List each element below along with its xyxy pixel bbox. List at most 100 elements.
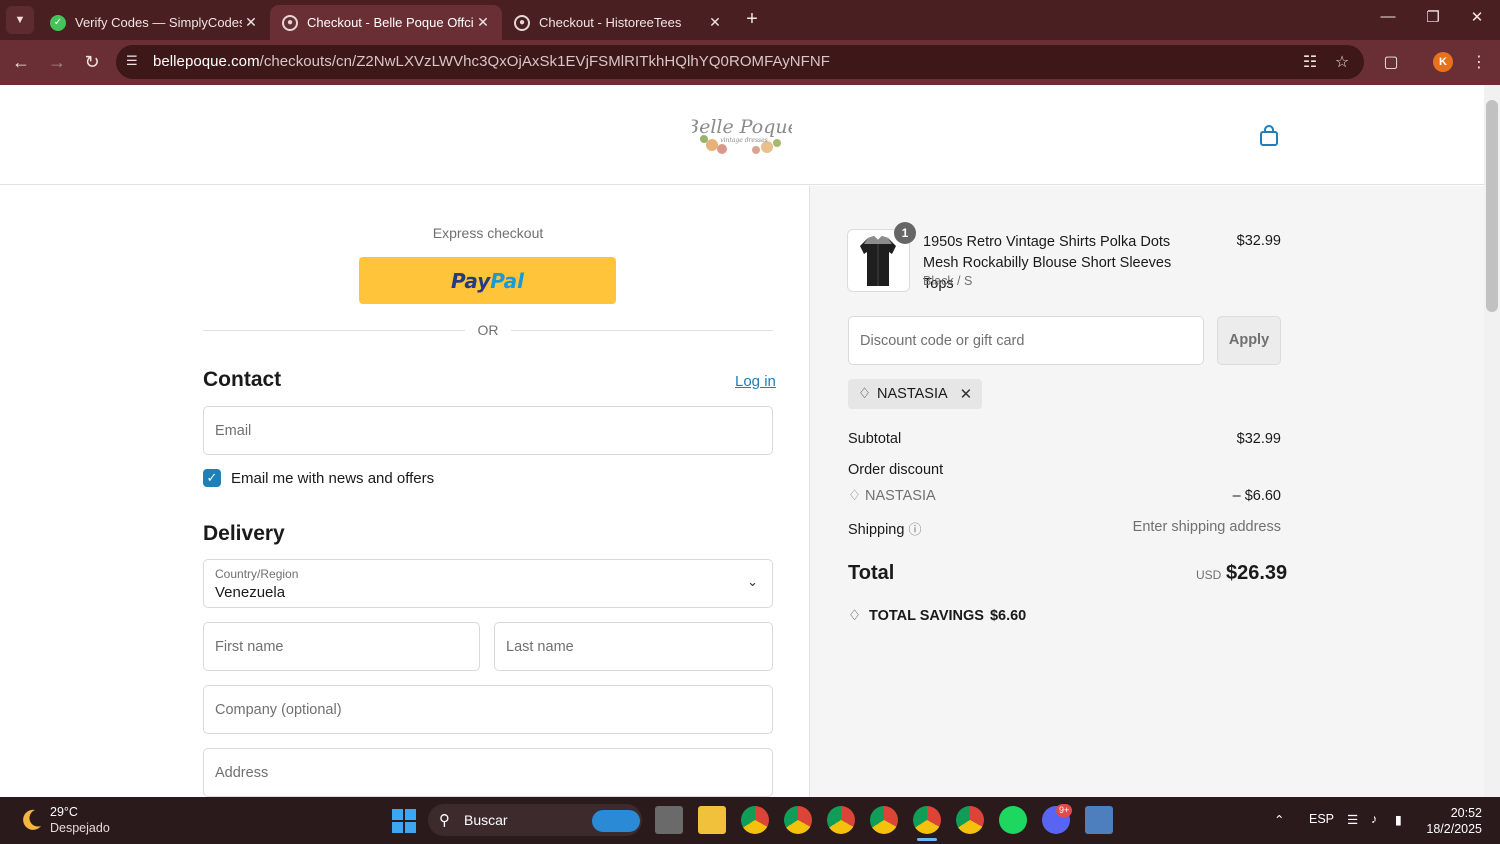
close-window-button[interactable]: ✕ <box>1462 8 1492 26</box>
url-text[interactable]: bellepoque.com/checkouts/cn/Z2NwLXVzLWVh… <box>153 53 830 70</box>
tab-simplycodes[interactable]: ✓ Verify Codes — SimplyCodes ✕ <box>38 5 270 40</box>
or-divider-label: OR <box>477 322 499 338</box>
country-label: Country/Region <box>215 567 299 581</box>
savings-value: $6.60 <box>989 608 1027 624</box>
url-host: bellepoque.com <box>153 53 260 70</box>
belle-poque-logo[interactable]: Belle Poque vintage dresses <box>692 109 792 159</box>
chrome-icon[interactable] <box>827 806 855 834</box>
active-app-indicator <box>917 838 937 841</box>
discount-code-label: NASTASIA <box>865 488 936 504</box>
minimize-button[interactable]: — <box>1373 8 1403 25</box>
shipping-value: Enter shipping address <box>1132 519 1281 535</box>
newsletter-checkbox[interactable]: ✓ <box>203 469 221 487</box>
clock-time: 20:52 <box>1450 806 1482 820</box>
company-field[interactable] <box>203 685 773 734</box>
remove-discount-icon[interactable]: ✕ <box>960 385 973 403</box>
back-button[interactable]: ← <box>8 50 34 76</box>
shopping-bag-icon[interactable] <box>1258 125 1280 147</box>
scrollbar-thumb[interactable] <box>1486 100 1498 312</box>
chrome-icon-active[interactable] <box>913 806 941 834</box>
volume-icon[interactable]: ♪ <box>1371 812 1377 826</box>
shipping-row: Shipping ⓘ Enter shipping address <box>848 519 1281 538</box>
calculator-icon[interactable] <box>1085 806 1113 834</box>
extensions-icon[interactable]: ▢ <box>1380 52 1402 72</box>
translate-icon[interactable]: ☷ <box>1299 52 1321 72</box>
discount-code-input[interactable] <box>849 317 1203 364</box>
subtotal-label: Subtotal <box>848 431 902 447</box>
help-circle-icon[interactable]: ⓘ <box>908 522 921 537</box>
store-header: Belle Poque vintage dresses <box>0 85 1484 185</box>
paypal-button[interactable]: Pay Pal <box>359 257 616 304</box>
tag-icon: ♢ <box>858 386 871 402</box>
search-highlight-icon[interactable] <box>592 810 640 832</box>
shipping-label: Shipping <box>848 522 905 538</box>
last-name-field[interactable] <box>494 622 773 671</box>
contact-heading: Contact <box>203 368 282 391</box>
chrome-icon[interactable] <box>956 806 984 834</box>
tag-icon: ♢ <box>848 488 861 504</box>
last-name-input[interactable] <box>495 623 772 670</box>
globe-icon: ● <box>282 14 298 31</box>
savings-label: TOTAL SAVINGS <box>869 608 984 624</box>
wifi-icon[interactable]: ☰ <box>1347 812 1358 827</box>
tab-search-button[interactable]: ▼ <box>6 6 34 34</box>
discount-code-row: ♢ NASTASIA – $6.60 <box>848 488 1281 504</box>
chrome-icon[interactable] <box>741 806 769 834</box>
chevron-up-icon[interactable]: ⌃ <box>1274 812 1284 827</box>
address-field[interactable] <box>203 748 773 797</box>
total-savings: ♢ TOTAL SAVINGS $6.60 <box>848 608 1026 624</box>
chrome-icon[interactable] <box>870 806 898 834</box>
tag-icon: ♢ <box>848 608 861 624</box>
address-input[interactable] <box>204 749 772 796</box>
globe-icon: ● <box>514 14 530 31</box>
country-select[interactable]: Country/Region Venezuela ⌄ <box>203 559 773 608</box>
profile-avatar[interactable]: K <box>1433 52 1453 72</box>
forward-button[interactable]: → <box>44 50 70 76</box>
newsletter-label: Email me with news and offers <box>231 470 435 487</box>
login-link[interactable]: Log in <box>735 373 776 390</box>
paypal-pay-text: Pay <box>450 268 491 293</box>
restore-button[interactable]: ❐ <box>1418 8 1448 26</box>
delivery-heading: Delivery <box>203 522 285 545</box>
logo-text: Belle Poque <box>692 116 792 138</box>
chevron-down-icon: ▼ <box>14 14 26 26</box>
email-field[interactable] <box>203 406 773 455</box>
tab-historeetees[interactable]: ● Checkout - HistoreeTees ✕ <box>502 5 734 40</box>
paypal-pal-text: Pal <box>490 268 525 293</box>
chrome-icon[interactable] <box>784 806 812 834</box>
company-input[interactable] <box>204 686 772 733</box>
apply-discount-button[interactable]: Apply <box>1217 316 1281 365</box>
bookmark-star-icon[interactable]: ☆ <box>1331 52 1353 72</box>
first-name-input[interactable] <box>204 623 479 670</box>
subtotal-value: $32.99 <box>1236 431 1281 447</box>
first-name-field[interactable] <box>203 622 480 671</box>
chevron-down-icon: ⌄ <box>747 574 758 589</box>
logo-subtext: vintage dresses <box>720 137 768 144</box>
reload-button[interactable]: ↻ <box>79 50 105 76</box>
email-input[interactable] <box>204 407 772 454</box>
tab-belle-poque[interactable]: ● Checkout - Belle Poque Offcial ✕ <box>270 5 502 40</box>
close-tab-icon[interactable]: ✕ <box>242 14 260 31</box>
taskbar-clock[interactable]: 20:52 18/2/2025 <box>1420 805 1482 837</box>
applied-discount-chip: ♢ NASTASIA ✕ <box>848 379 983 409</box>
moon-icon[interactable] <box>18 807 44 833</box>
discount-code-field[interactable] <box>848 316 1204 365</box>
close-tab-icon[interactable]: ✕ <box>706 14 724 31</box>
file-explorer-icon[interactable] <box>698 806 726 834</box>
battery-icon[interactable]: ▮ <box>1395 812 1402 827</box>
windows-start-icon[interactable] <box>391 808 417 834</box>
browser-menu-icon[interactable]: ⋮ <box>1468 52 1490 72</box>
subtotal-row: Subtotal $32.99 <box>848 431 1281 447</box>
country-value: Venezuela <box>215 584 286 601</box>
new-tab-button[interactable]: + <box>740 8 764 32</box>
language-indicator[interactable]: ESP <box>1309 812 1334 826</box>
task-view-icon[interactable] <box>655 806 683 834</box>
spotify-icon[interactable] <box>999 806 1027 834</box>
weather-description[interactable]: Despejado <box>50 821 110 835</box>
close-tab-icon[interactable]: ✕ <box>474 14 492 31</box>
weather-temperature[interactable]: 29°C <box>50 805 78 819</box>
divider <box>203 330 465 331</box>
applied-code-label: NASTASIA <box>877 386 948 402</box>
tab-title: Checkout - HistoreeTees <box>539 15 682 30</box>
site-info-icon[interactable]: ☰ <box>126 53 138 69</box>
